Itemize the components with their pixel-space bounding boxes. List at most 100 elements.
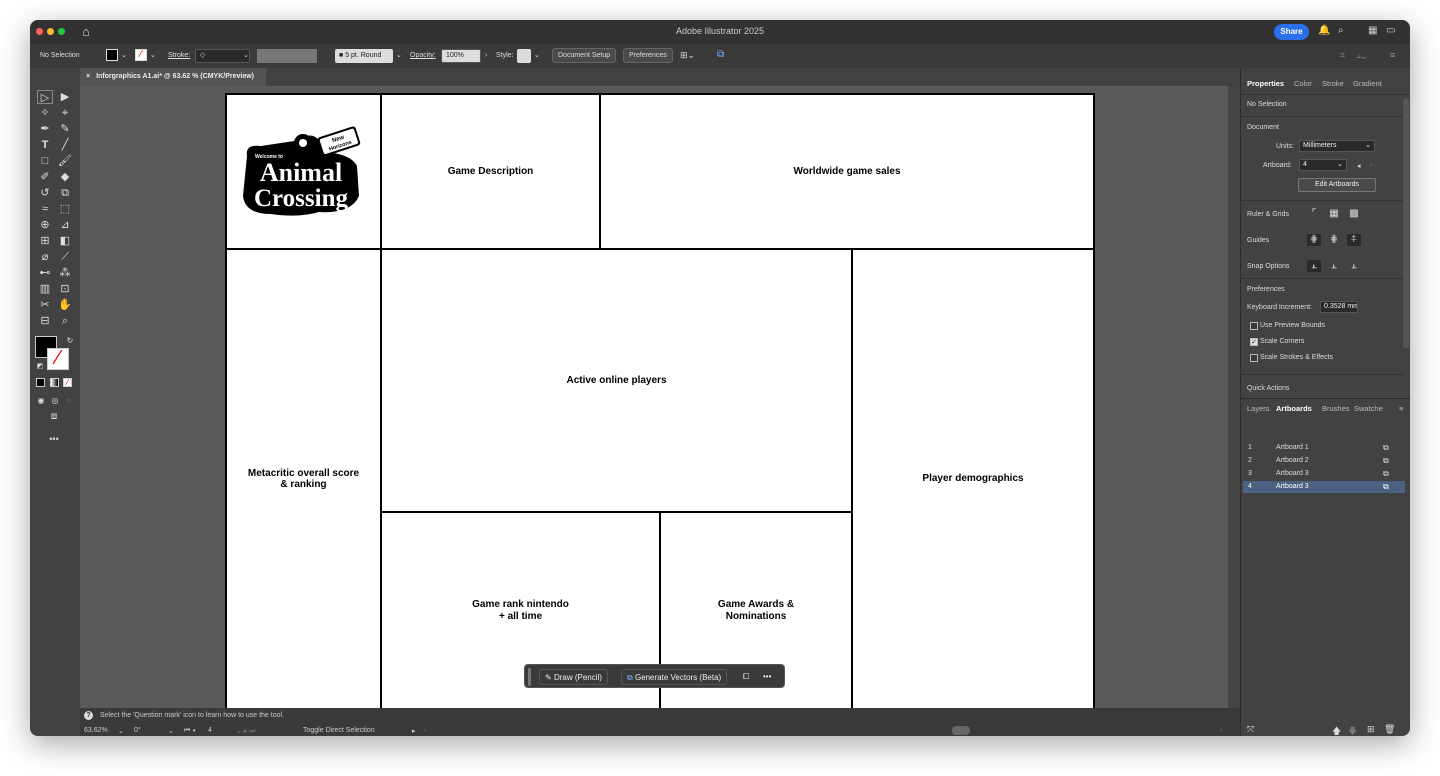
document-tab[interactable]: × Inforgraphics A1.ai* @ 63.62 % (CMYK/Pr… [80,68,266,86]
canvas-area[interactable]: New Horizons Welcome to Animal Crossing … [80,86,1228,708]
game-description-cell[interactable]: Game Description [380,93,601,250]
eyedropper-tool-icon[interactable]: ⌀ [37,250,53,264]
direct-selection-tool-icon[interactable]: ▶ [57,90,73,104]
rulers-icon[interactable]: ⌜ [1307,208,1321,220]
tab-gradient[interactable]: Gradient [1353,79,1382,88]
column-graph-tool-icon[interactable]: ▥ [37,282,53,296]
artboard-row-selected[interactable]: 4 Artboard 3 ⧉ [1243,481,1405,493]
default-fill-stroke-icon[interactable]: ◩ [32,360,48,374]
delete-artboard-icon[interactable]: 🗑 [1384,724,1395,735]
artboard-options-icon[interactable]: ⧉ [1383,455,1389,467]
stroke-swatch-chevron-icon[interactable]: ⌄ [150,51,156,59]
stroke-weight-field[interactable]: ◇ [195,49,250,63]
line-segment-tool-icon[interactable]: ╱ [57,138,73,152]
keyboard-increment-field[interactable]: 0.3528 mm [1320,301,1358,313]
snap-to-point-icon[interactable]: ⫠ [1307,260,1321,272]
artboard-next-icon[interactable]: › [1370,162,1372,169]
artboard-row[interactable]: 2 Artboard 2 ⧉ [1243,455,1405,467]
move-up-icon[interactable]: 🡅 [1332,724,1341,736]
symbol-sprayer-tool-icon[interactable]: ⁂ [57,266,73,280]
smart-guides-icon[interactable]: ⍏ [1347,234,1361,246]
status-menu-arrow-icon[interactable]: ▸ [412,727,416,735]
artboard-options-icon[interactable]: ⧉ [1383,468,1389,480]
artboard-options-icon[interactable]: ⧉ [1383,442,1389,454]
color-mode-icon[interactable] [36,378,45,387]
horizontal-scroll-thumb[interactable] [952,726,970,735]
opacity-label[interactable]: Opacity: [410,52,436,59]
artboard-number-field[interactable]: 4 [208,727,212,734]
drag-handle[interactable] [528,668,531,686]
close-tab-icon[interactable]: × [86,73,90,80]
shaper-tool-icon[interactable]: ✐ [37,170,53,184]
transparency-grid-icon[interactable]: ▩ [1347,208,1361,220]
scale-corners-checkbox[interactable]: ✓ [1250,338,1258,346]
arrange-documents-icon[interactable]: ⊞⌄ [680,50,695,61]
properties-scrollbar[interactable] [1403,98,1409,348]
screen-mode-icon[interactable]: ⧈ [46,410,62,424]
gradient-mode-icon[interactable] [50,378,59,387]
type-tool-icon[interactable]: T [37,138,53,152]
stroke-label[interactable]: Stroke: [168,52,190,59]
opacity-arrow-icon[interactable]: › [485,52,487,59]
slice-tool-icon[interactable]: ✂ [37,298,53,312]
brush-chevron-icon[interactable]: ⌄ [396,51,402,59]
tab-stroke[interactable]: Stroke [1322,79,1344,88]
artboard-nav-next-icons[interactable]: ⌄ ▸ ⏭ [236,727,256,736]
draw-inside-icon[interactable]: ○ [61,394,77,408]
stroke-weight-chevron-icon[interactable]: ⌄ [243,51,249,59]
hand-tool-icon[interactable]: ✋ [57,298,73,312]
player-demographics-cell[interactable]: Player demographics [851,248,1095,708]
move-down-icon[interactable]: 🡇 [1348,724,1357,736]
variable-width-profile[interactable] [257,49,317,63]
artboards-panel-menu-icon[interactable]: ≡ [1399,404,1403,413]
generative-ai-icon[interactable]: ⧉ [717,49,724,60]
selection-tool-icon[interactable]: ▷ [37,90,53,104]
tab-properties[interactable]: Properties [1247,79,1284,88]
snap-to-pixel-icon[interactable]: ⫠ [1327,260,1341,272]
mesh-tool-icon[interactable]: ⊞ [37,234,53,248]
metacritic-cell[interactable]: Metacritic overall score & ranking [225,248,382,708]
eraser-tool-icon[interactable]: ◆ [57,170,73,184]
new-artboard-icon[interactable]: ⊞ [1367,724,1375,735]
edit-artboards-button[interactable]: Edit Artboards [1298,178,1376,192]
free-transform-tool-icon[interactable]: ⬚ [57,202,73,216]
scale-tool-icon[interactable]: ⧉ [57,186,73,200]
snap-options-icon[interactable]: ⫠⌄ [1356,50,1366,61]
swap-fill-stroke-icon[interactable]: ↻ [62,334,78,348]
zoom-chevron-icon[interactable]: ⌄ [118,727,124,735]
draw-pencil-button[interactable]: ✎ Draw (Pencil) [539,669,608,685]
artboard-prev-icon[interactable]: ◂ [1357,162,1361,170]
blend-tool-icon[interactable]: ⊷ [37,266,53,280]
tab-layers[interactable]: Layers [1247,404,1270,413]
align-icon[interactable]: ⌗ [1340,50,1345,61]
width-tool-icon[interactable]: ≈ [37,202,53,216]
zoom-level-field[interactable]: 63.62% [84,727,108,734]
show-guides-icon[interactable]: ⋕ [1307,234,1321,246]
workspace-switcher-icon[interactable]: ▦ [1368,25,1377,36]
artboard-4[interactable]: New Horizons Welcome to Animal Crossing … [225,93,1095,708]
graphic-style-swatch[interactable] [517,49,531,63]
vertical-scrollbar[interactable] [1228,86,1240,708]
generate-vectors-button[interactable]: ⧉ Generate Vectors (Beta) [621,669,728,685]
artboard-nav-prev-icons[interactable]: ⏮ ◂ [184,727,195,735]
gallery-icon[interactable]: ⧠ [738,669,754,685]
measure-tool-icon[interactable]: ⟋ [57,250,73,264]
window-layout-icon[interactable]: ▭ [1386,25,1395,36]
use-preview-bounds-checkbox[interactable] [1250,322,1258,330]
lock-guides-icon[interactable]: ⋕ [1327,234,1341,246]
opacity-field[interactable]: 100% [441,49,481,63]
rotation-chevron-icon[interactable]: ⌄ [168,727,174,735]
paintbrush-tool-icon[interactable]: 🖌 [57,154,73,168]
fill-dropdown-chevron-icon[interactable]: ⌄ [121,51,127,59]
edit-toolbar-icon[interactable]: ••• [46,432,62,446]
rotation-field[interactable]: 0° [134,727,141,734]
scale-strokes-effects-checkbox[interactable] [1250,354,1258,362]
stroke-color-swatch[interactable]: ⁄ [47,348,69,370]
zoom-tool-icon[interactable]: ⌕ [57,314,73,328]
pen-tool-icon[interactable]: ✒ [37,122,53,136]
none-mode-icon[interactable]: ⁄ [63,378,72,387]
rectangle-tool-icon[interactable]: □ [37,154,53,168]
tab-artboards[interactable]: Artboards [1276,404,1312,413]
lasso-tool-icon[interactable]: ⌖ [57,106,73,120]
tab-color[interactable]: Color [1294,79,1312,88]
